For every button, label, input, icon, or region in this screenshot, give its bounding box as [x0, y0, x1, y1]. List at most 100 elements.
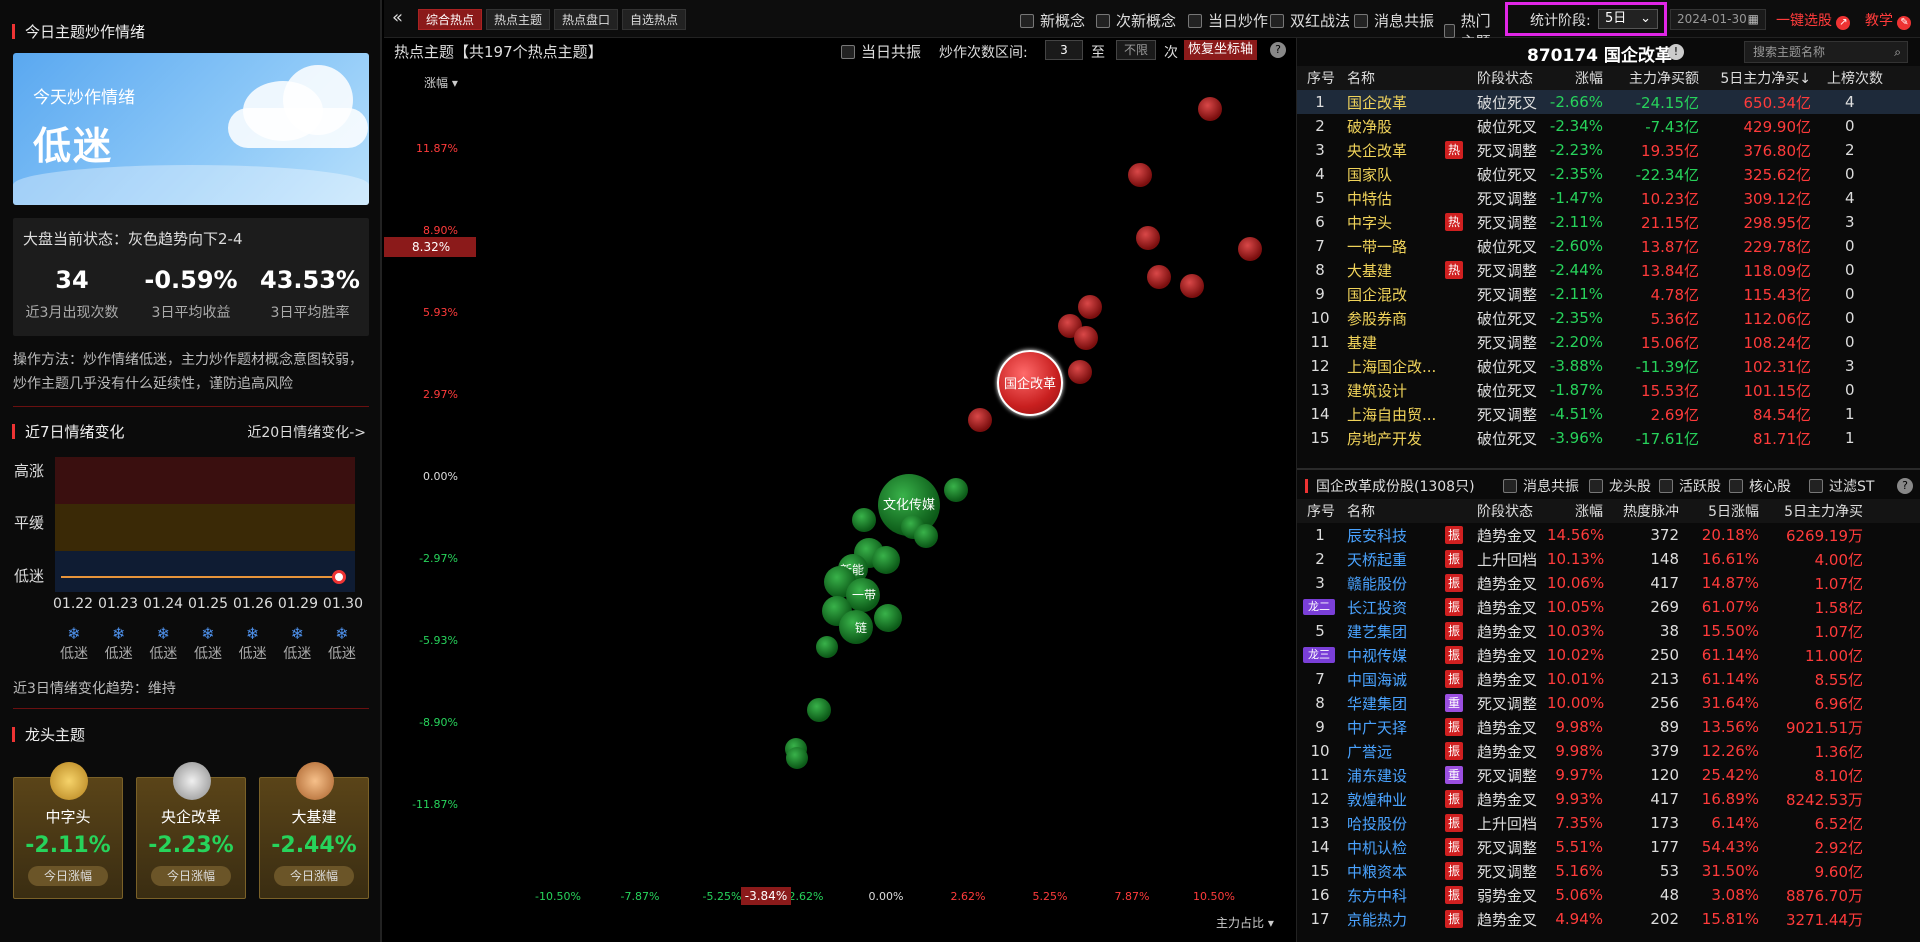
table-row[interactable]: 3 央企改革 热死叉调整 -2.23% 19.35亿 376.80亿 2: [1297, 138, 1920, 162]
range-to-input[interactable]: 不限: [1116, 40, 1156, 60]
stock-name-cell[interactable]: 中国海诚: [1347, 669, 1407, 690]
theme-name-cell[interactable]: 中特估: [1347, 188, 1392, 209]
resonance-filter[interactable]: 当日共振: [841, 41, 921, 62]
table-row[interactable]: 5 建艺集团 振趋势金叉 10.03% 38 15.50% 1.07亿: [1297, 619, 1920, 643]
leader-change-button[interactable]: 今日涨幅: [274, 866, 354, 886]
theme-bubble[interactable]: [1238, 237, 1262, 261]
theme-name-cell[interactable]: 上海自由贸...: [1347, 404, 1436, 425]
theme-bubble[interactable]: [1147, 265, 1171, 289]
checkbox[interactable]: [1589, 479, 1603, 493]
date-picker[interactable]: 2024-01-30 ▦: [1670, 9, 1766, 30]
table-row[interactable]: 7 一带一路 破位死叉 -2.60% 13.87亿 229.78亿 0: [1297, 234, 1920, 258]
theme-name-cell[interactable]: 破净股: [1347, 116, 1392, 137]
stock-filter-leader[interactable]: 龙头股: [1589, 476, 1651, 496]
stock-name-cell[interactable]: 广誉远: [1347, 741, 1392, 762]
table-row[interactable]: 5 中特估 死叉调整 -1.47% 10.23亿 309.12亿 4: [1297, 186, 1920, 210]
col-header[interactable]: 热度脉冲: [1609, 501, 1679, 521]
leader-card-silver[interactable]: 央企改革 -2.23% 今日涨幅: [136, 762, 246, 899]
theme-name-cell[interactable]: 上海国企改...: [1347, 356, 1436, 377]
twenty-day-link[interactable]: 近20日情绪变化->: [247, 422, 366, 442]
stock-name-cell[interactable]: 中机认检: [1347, 837, 1407, 858]
theme-name-cell[interactable]: 参股券商: [1347, 308, 1407, 329]
theme-bubble[interactable]: [872, 546, 900, 574]
table-row[interactable]: 8 华建集团 重死叉调整 10.00% 256 31.64% 6.96亿: [1297, 691, 1920, 715]
filter-today-hype[interactable]: 当日炒作: [1188, 10, 1268, 31]
filter-sub-new[interactable]: 次新概念: [1096, 10, 1176, 31]
table-row[interactable]: 13 哈投股份 振上升回档 7.35% 173 6.14% 6.52亿: [1297, 811, 1920, 835]
reset-axis-button[interactable]: 恢复坐标轴: [1184, 40, 1258, 60]
table-row[interactable]: 10 广誉远 振趋势金叉 9.98% 379 12.26% 1.36亿: [1297, 739, 1920, 763]
theme-name-cell[interactable]: 房地产开发: [1347, 428, 1422, 449]
col-header[interactable]: 5日主力净买↓: [1701, 68, 1811, 88]
stock-name-cell[interactable]: 建艺集团: [1347, 621, 1407, 642]
stock-filter-active[interactable]: 活跃股: [1659, 476, 1721, 496]
leader-change-button[interactable]: 今日涨幅: [151, 866, 231, 886]
stock-filter-st[interactable]: 过滤ST: [1809, 476, 1874, 496]
theme-name-cell[interactable]: 大基建: [1347, 260, 1392, 281]
table-row[interactable]: 15 中粮资本 振死叉调整 5.16% 53 31.50% 9.60亿: [1297, 859, 1920, 883]
range-from-input[interactable]: 3: [1045, 40, 1083, 60]
col-header[interactable]: 主力净买额: [1609, 68, 1699, 88]
theme-name-cell[interactable]: 国企改革: [1347, 92, 1407, 113]
theme-bubble[interactable]: [1078, 295, 1102, 319]
y-sort-select[interactable]: 涨幅 ▾: [424, 74, 458, 91]
collapse-icon[interactable]: «: [392, 7, 403, 28]
stock-name-cell[interactable]: 中广天择: [1347, 717, 1407, 738]
stock-name-cell[interactable]: 天桥起重: [1347, 549, 1407, 570]
theme-bubble[interactable]: [1068, 360, 1092, 384]
table-row[interactable]: 4 国家队 破位死叉 -2.35% -22.34亿 325.62亿 0: [1297, 162, 1920, 186]
teach-button[interactable]: 教学 ✎: [1865, 10, 1912, 30]
theme-bubble-highlighted[interactable]: 国企改革: [997, 350, 1063, 416]
checkbox[interactable]: [1020, 13, 1034, 28]
stock-name-cell[interactable]: 东方中科: [1347, 885, 1407, 906]
table-row[interactable]: 3 赣能股份 振趋势金叉 10.06% 417 14.87% 1.07亿: [1297, 571, 1920, 595]
checkbox[interactable]: [1096, 13, 1110, 28]
theme-bubble[interactable]: [944, 478, 968, 502]
checkbox[interactable]: [1354, 13, 1368, 28]
checkbox[interactable]: [1270, 13, 1284, 28]
table-row[interactable]: 龙二 长江投资 振趋势金叉 10.05% 269 61.07% 1.58亿: [1297, 595, 1920, 619]
theme-name-cell[interactable]: 央企改革: [1347, 140, 1407, 161]
col-header[interactable]: 涨幅: [1547, 68, 1603, 88]
stock-name-cell[interactable]: 敦煌种业: [1347, 789, 1407, 810]
tab-themes[interactable]: 热点主题: [486, 9, 551, 30]
checkbox[interactable]: [1729, 479, 1743, 493]
checkbox[interactable]: [1503, 479, 1517, 493]
col-header[interactable]: 5日主力净买: [1763, 501, 1863, 521]
theme-bubble[interactable]: [968, 408, 992, 432]
table-row[interactable]: 17 京能热力 振趋势金叉 4.94% 202 15.81% 3271.44万: [1297, 907, 1920, 931]
table-row[interactable]: 1 国企改革 破位死叉 -2.66% -24.15亿 650.34亿 4: [1297, 90, 1920, 114]
col-header[interactable]: 上榜次数: [1827, 68, 1883, 88]
theme-bubble[interactable]: [786, 747, 808, 769]
x-sort-select[interactable]: 主力占比 ▾: [1216, 914, 1274, 931]
theme-bubble[interactable]: 链: [839, 610, 873, 644]
theme-bubble[interactable]: [1128, 163, 1152, 187]
theme-search-input[interactable]: 搜索主题名称 ⌕: [1744, 41, 1908, 63]
filter-news[interactable]: 消息共振: [1354, 10, 1434, 31]
stock-name-cell[interactable]: 赣能股份: [1347, 573, 1407, 594]
table-row[interactable]: 11 浦东建设 重死叉调整 9.97% 120 25.42% 8.10亿: [1297, 763, 1920, 787]
table-row[interactable]: 2 天桥起重 振上升回档 10.13% 148 16.61% 4.00亿: [1297, 547, 1920, 571]
checkbox[interactable]: [1659, 479, 1673, 493]
info-icon[interactable]: !: [1668, 44, 1684, 60]
one-click-pick-button[interactable]: 一键选股 ↗: [1776, 10, 1851, 30]
help-icon[interactable]: ?: [1270, 42, 1286, 58]
table-row[interactable]: 龙三 中视传媒 振趋势金叉 10.02% 250 61.14% 11.00亿: [1297, 643, 1920, 667]
table-row[interactable]: 13 建筑设计 破位死叉 -1.87% 15.53亿 101.15亿 0: [1297, 378, 1920, 402]
leader-change-button[interactable]: 今日涨幅: [28, 866, 108, 886]
theme-name-cell[interactable]: 基建: [1347, 332, 1377, 353]
checkbox[interactable]: [1809, 479, 1823, 493]
stock-name-cell[interactable]: 中粮资本: [1347, 861, 1407, 882]
col-header[interactable]: 5日涨幅: [1687, 501, 1759, 521]
table-row[interactable]: 9 中广天择 振趋势金叉 9.98% 89 13.56% 9021.51万: [1297, 715, 1920, 739]
tab-custom[interactable]: 自选热点: [622, 9, 687, 30]
table-row[interactable]: 16 东方中科 振弱势金叉 5.06% 48 3.08% 8876.70万: [1297, 883, 1920, 907]
stock-name-cell[interactable]: 京能热力: [1347, 909, 1407, 930]
theme-bubble[interactable]: [874, 604, 902, 632]
theme-name-cell[interactable]: 中字头: [1347, 212, 1392, 233]
stock-name-cell[interactable]: 华建集团: [1347, 693, 1407, 714]
theme-bubble[interactable]: [852, 508, 876, 532]
theme-bubble[interactable]: [807, 698, 831, 722]
theme-name-cell[interactable]: 国企混改: [1347, 284, 1407, 305]
leader-card-gold[interactable]: 中字头 -2.11% 今日涨幅: [13, 762, 123, 899]
